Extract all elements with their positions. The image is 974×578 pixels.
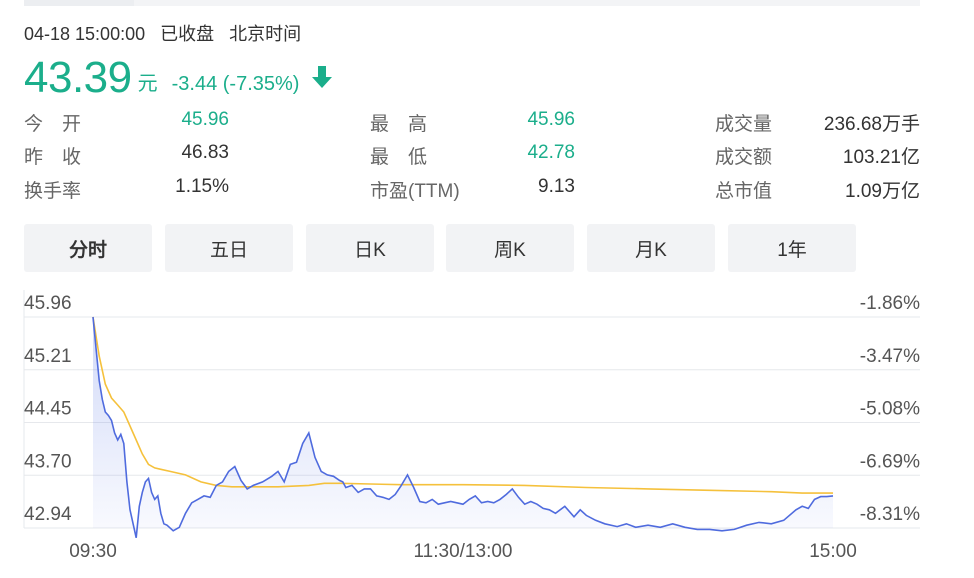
stat-value: 1.09万亿 bbox=[845, 181, 920, 202]
price-change: -3.44 (-7.35%) bbox=[171, 73, 300, 95]
y-tick-label-left: 43.70 bbox=[24, 451, 72, 472]
stat-value: 9.13 bbox=[538, 176, 575, 197]
stat-label: 换手率 bbox=[24, 181, 82, 202]
current-price: 43.39 bbox=[24, 53, 132, 102]
stat-label: 今 开 bbox=[24, 114, 82, 135]
y-tick-label-left: 42.94 bbox=[24, 504, 72, 525]
price-unit: 元 bbox=[137, 73, 158, 95]
x-tick-label: 15:00 bbox=[809, 541, 857, 562]
top-tab-strip-active bbox=[24, 0, 134, 6]
stat-value: 103.21亿 bbox=[842, 147, 920, 168]
tab-0[interactable]: 分时 bbox=[24, 224, 152, 272]
stat-value: 45.96 bbox=[181, 109, 229, 130]
tab-5[interactable]: 1年 bbox=[728, 224, 856, 272]
market-status: 已收盘 bbox=[160, 24, 215, 44]
quote-timestamp: 04-18 15:00:00 已收盘 北京时间 bbox=[24, 20, 311, 46]
tab-2[interactable]: 日K bbox=[306, 224, 434, 272]
stat-value: 1.15% bbox=[175, 176, 229, 197]
intraday-chart: 45.96 -1.86% 45.21 -3.47% 44.45 -5.08% 43.70 -6… bbox=[23, 290, 920, 562]
stat-value: 45.96 bbox=[527, 109, 575, 130]
stat-label: 成交量 bbox=[715, 114, 773, 135]
stat-label: 总市值 bbox=[715, 181, 773, 202]
date-time: 04-18 15:00:00 bbox=[24, 24, 146, 44]
stat-label: 最 高 bbox=[370, 114, 428, 135]
stat-value: 236.68万手 bbox=[823, 114, 920, 135]
arrow-down-icon bbox=[311, 65, 333, 94]
tab-3[interactable]: 周K bbox=[446, 224, 574, 272]
tab-4[interactable]: 月K bbox=[587, 224, 715, 272]
tab-1[interactable]: 五日 bbox=[165, 224, 293, 272]
top-tab-strip bbox=[24, 0, 920, 6]
stat-label: 成交额 bbox=[715, 147, 773, 168]
y-tick-label-left: 45.96 bbox=[24, 293, 72, 314]
stat-value: 42.78 bbox=[527, 142, 575, 163]
x-tick-label: 09:30 bbox=[69, 541, 117, 562]
timezone-label: 北京时间 bbox=[229, 24, 302, 44]
stat-label: 市盈(TTM) bbox=[370, 181, 460, 202]
y-tick-label-right: -5.08% bbox=[860, 399, 920, 420]
y-tick-label-right: -8.31% bbox=[860, 504, 920, 525]
stat-label: 最 低 bbox=[370, 147, 428, 168]
stat-label: 昨 收 bbox=[24, 147, 82, 168]
y-tick-label-right: -6.69% bbox=[860, 451, 920, 472]
price-row: 43.39 元 -3.44 (-7.35%) bbox=[24, 50, 333, 100]
y-tick-label-left: 44.45 bbox=[24, 399, 72, 420]
stat-value: 46.83 bbox=[181, 142, 229, 163]
y-tick-label-right: -3.47% bbox=[860, 346, 920, 367]
y-tick-label-left: 45.21 bbox=[24, 346, 72, 367]
x-tick-label: 11:30/13:00 bbox=[414, 541, 513, 562]
y-tick-label-right: -1.86% bbox=[860, 293, 920, 314]
avg-price-line bbox=[92, 316, 833, 494]
